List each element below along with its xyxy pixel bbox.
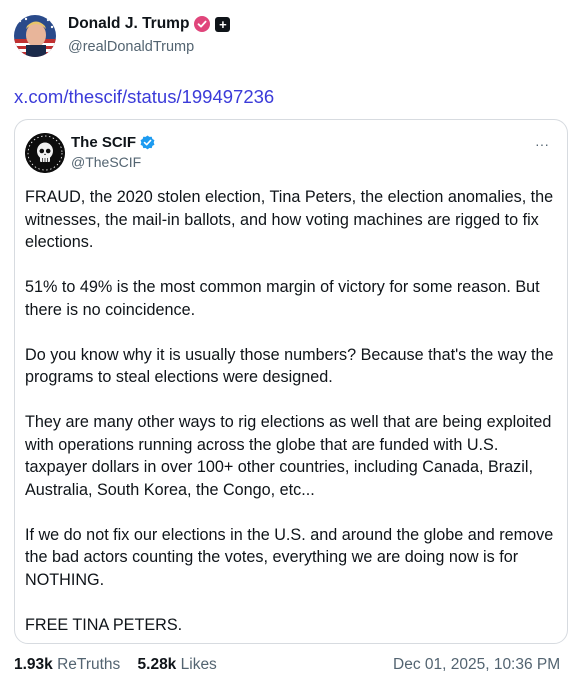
author-handle[interactable]: @realDonaldTrump (68, 39, 194, 55)
paragraph: 51% to 49% is the most common margin of … (25, 278, 540, 319)
paragraph: If we do not fix our elections in the U.… (25, 525, 554, 589)
author-avatar[interactable] (14, 15, 56, 57)
quoted-author-name-row[interactable]: The SCIF (71, 134, 155, 151)
post-link[interactable]: x.com/thescif/status/199497236 (14, 86, 274, 108)
likes-label[interactable]: Likes (181, 656, 217, 673)
retruths-label[interactable]: ReTruths (57, 656, 120, 673)
paragraph: Do you know why it is usually those numb… (25, 345, 554, 387)
verified-blue-icon (140, 135, 155, 150)
likes-count[interactable]: 5.28k (138, 656, 177, 673)
avatar-image (14, 15, 56, 57)
quoted-post-card[interactable]: The SCIF @TheSCIF ··· FRAUD, the 2020 st… (14, 119, 568, 644)
post-stats: 1.93k ReTruths 5.28k Likes (14, 656, 217, 674)
paragraph: FRAUD, the 2020 stolen election, Tina Pe… (25, 188, 554, 251)
verified-pink-icon (194, 16, 211, 32)
post-timestamp[interactable]: Dec 01, 2025, 10:36 PM (393, 656, 560, 674)
paragraph: FREE TINA PETERS. (25, 615, 183, 634)
quoted-author-avatar[interactable] (25, 133, 65, 173)
quoted-author-handle[interactable]: @TheSCIF (71, 154, 141, 170)
author-name-row[interactable]: Donald J. Trump + (68, 15, 231, 33)
retruths-count[interactable]: 1.93k (14, 656, 53, 673)
quoted-post-body: FRAUD, the 2020 stolen election, Tina Pe… (25, 186, 559, 659)
plus-badge-icon: + (215, 16, 231, 32)
quoted-author-name[interactable]: The SCIF (71, 134, 136, 151)
skull-logo-icon (25, 133, 65, 173)
author-name[interactable]: Donald J. Trump (68, 15, 189, 33)
paragraph: They are many other ways to rig election… (25, 413, 552, 499)
more-options-icon[interactable]: ··· (535, 136, 549, 152)
